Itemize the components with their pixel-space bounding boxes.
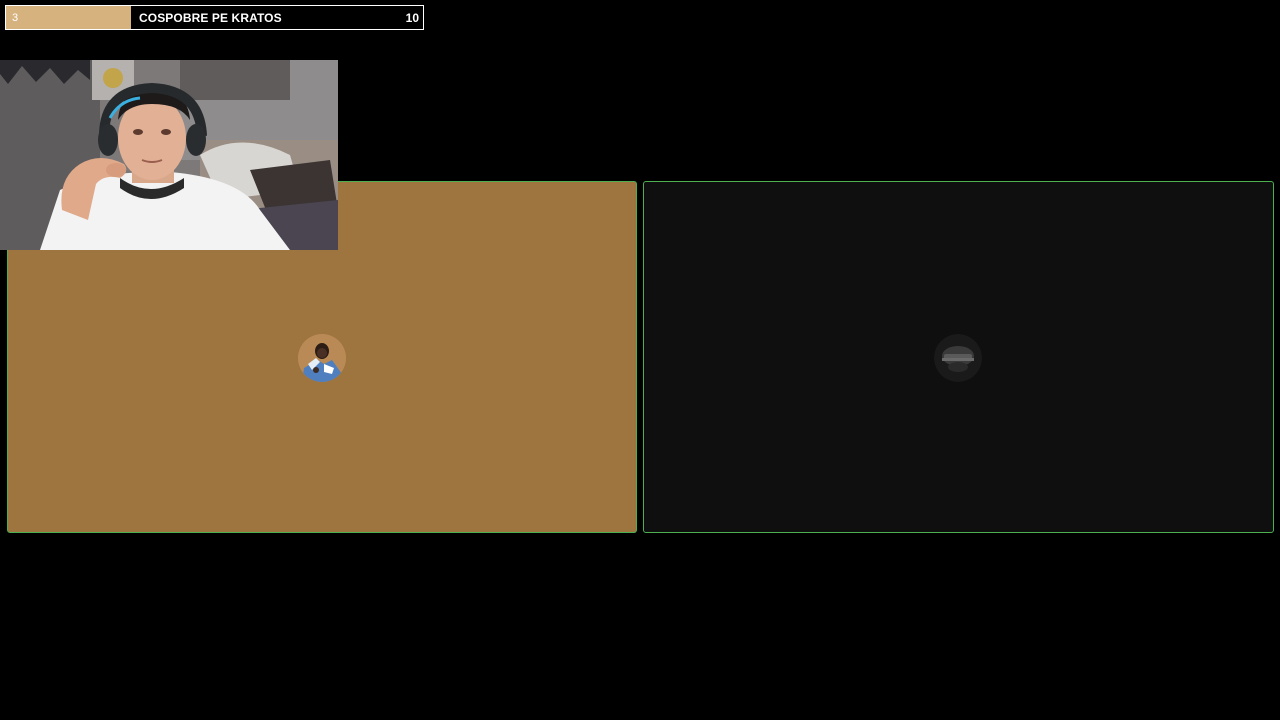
webcam-feed bbox=[0, 60, 338, 250]
participant-1-avatar bbox=[298, 334, 346, 382]
goal-current-count: 3 bbox=[12, 12, 19, 24]
goal-progress-bar: 3 COSPOBRE PE KRATOS 10 bbox=[5, 5, 424, 30]
goal-target-count: 10 bbox=[405, 11, 419, 25]
participant-2-avatar bbox=[934, 334, 982, 382]
call-tile-participant-2[interactable] bbox=[643, 181, 1274, 533]
stream-stage: 3 COSPOBRE PE KRATOS 10 bbox=[0, 0, 1280, 720]
goal-progress-fill bbox=[6, 6, 131, 29]
user-avatar-icon bbox=[298, 334, 346, 382]
webcam-image bbox=[0, 60, 338, 250]
user-avatar-icon bbox=[934, 334, 982, 382]
goal-title: COSPOBRE PE KRATOS bbox=[139, 11, 282, 25]
